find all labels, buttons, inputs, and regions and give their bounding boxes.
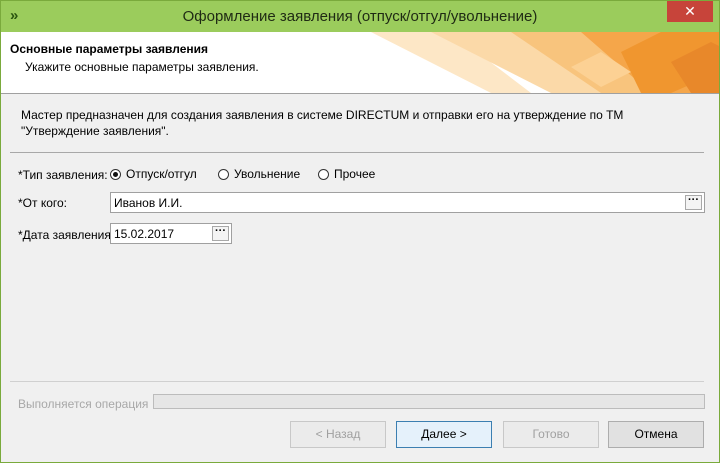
radio-dismissal[interactable]: Увольнение — [218, 167, 300, 181]
date-field[interactable]: 15.02.2017 ··· — [110, 223, 232, 244]
radio-unselected-icon — [218, 168, 229, 180]
operation-progress-bar — [153, 394, 705, 409]
page-subtitle: Укажите основные параметры заявления. — [25, 60, 259, 74]
from-lookup-button[interactable]: ··· — [685, 195, 702, 210]
type-label: *Тип заявления: — [18, 168, 108, 182]
date-label: *Дата заявления: — [18, 228, 115, 242]
cancel-button[interactable]: Отмена — [608, 421, 704, 448]
date-value: 15.02.2017 — [114, 227, 175, 241]
next-button[interactable]: Далее > — [396, 421, 492, 448]
finish-button[interactable]: Готово — [503, 421, 599, 448]
date-picker-button[interactable]: ··· — [212, 226, 229, 241]
description-divider — [10, 152, 704, 153]
footer-divider — [10, 381, 704, 382]
header-divider — [1, 93, 719, 94]
wizard-window: » Оформление заявления (отпуск/отгул/уво… — [0, 0, 720, 463]
wizard-header: Основные параметры заявления Укажите осн… — [1, 32, 719, 93]
title-bar[interactable]: » Оформление заявления (отпуск/отгул/уво… — [1, 1, 719, 32]
header-banner-graphic — [371, 32, 719, 93]
from-value: Иванов И.И. — [114, 196, 183, 210]
close-button[interactable]: ✕ — [667, 1, 713, 22]
radio-vacation[interactable]: Отпуск/отгул — [110, 167, 197, 181]
status-label: Выполняется операция — [18, 397, 149, 411]
close-icon: ✕ — [684, 3, 696, 19]
window-title: Оформление заявления (отпуск/отгул/уволь… — [182, 8, 538, 25]
wizard-description: Мастер предназначен для создания заявлен… — [21, 108, 624, 138]
from-field[interactable]: Иванов И.И. ··· — [110, 192, 705, 213]
page-title: Основные параметры заявления — [10, 42, 209, 56]
back-button[interactable]: < Назад — [290, 421, 386, 448]
radio-other-label: Прочее — [334, 167, 376, 181]
radio-dismissal-label: Увольнение — [234, 167, 301, 181]
radio-other[interactable]: Прочее — [318, 167, 375, 181]
radio-selected-icon — [110, 168, 121, 180]
radio-vacation-label: Отпуск/отгул — [126, 167, 197, 181]
radio-unselected-icon — [318, 168, 329, 180]
from-label: *От кого: — [18, 196, 68, 210]
